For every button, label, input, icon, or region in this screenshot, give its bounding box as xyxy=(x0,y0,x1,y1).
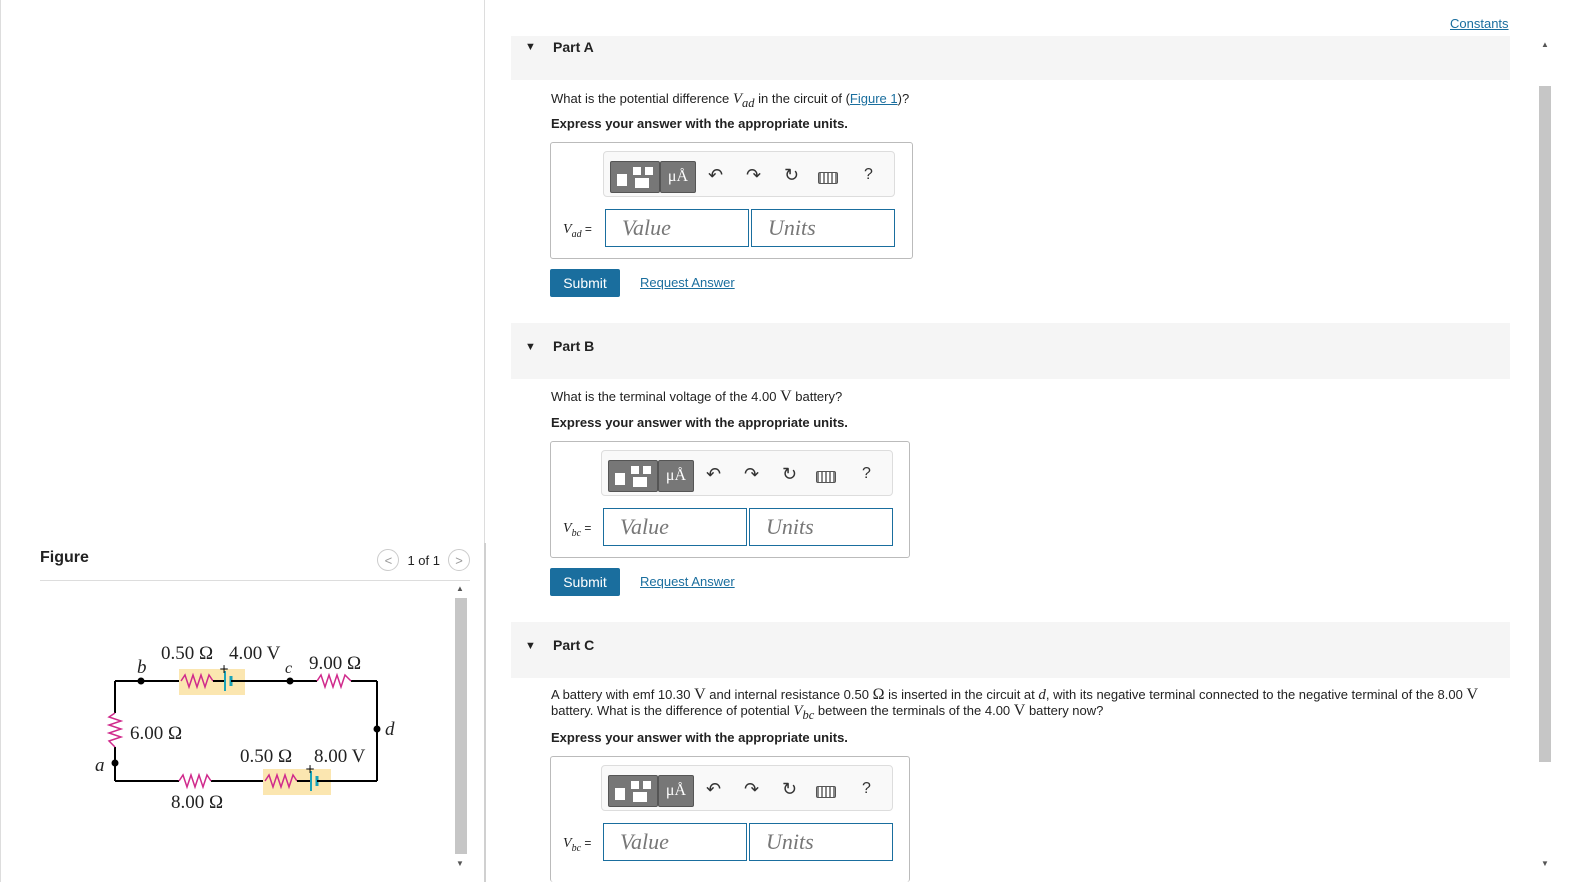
part-b-instruction: Express your answer with the appropriate… xyxy=(551,415,848,430)
part-c-variable: Vbc = xyxy=(563,836,592,854)
part-b-header[interactable]: ▼ Part B xyxy=(511,323,1510,379)
part-c-answer-box: μÅ ↶ ↷ ↻ ? Vbc = Value Units xyxy=(550,756,910,882)
figure-pager: < 1 of 1 > xyxy=(377,549,470,571)
chevron-left-icon[interactable]: < xyxy=(377,549,400,571)
label-emf-top: 4.00 V xyxy=(229,643,281,664)
part-b-variable: Vbc = xyxy=(563,521,592,539)
pane-divider[interactable] xyxy=(484,543,486,882)
templates-button[interactable] xyxy=(610,161,660,193)
part-b-request-answer[interactable]: Request Answer xyxy=(640,574,735,589)
label-emf-bot: 8.00 V xyxy=(314,746,366,767)
plus-sign-top: + xyxy=(219,662,229,676)
part-a-header[interactable]: ▼ Part A xyxy=(511,36,1510,80)
resistor-9ohm xyxy=(316,672,352,690)
undo-icon[interactable]: ↶ xyxy=(708,165,723,186)
figure-title: Figure xyxy=(40,549,89,566)
node-a xyxy=(111,759,119,767)
keyboard-icon[interactable] xyxy=(816,786,836,798)
node-b xyxy=(137,677,145,685)
part-b-submit-button[interactable]: Submit xyxy=(550,568,620,596)
reset-icon[interactable]: ↻ xyxy=(784,165,799,186)
part-a-toolbar: μÅ ↶ ↷ ↻ ? xyxy=(603,151,895,197)
part-c-units-input[interactable]: Units xyxy=(749,823,893,861)
part-b-question: What is the terminal voltage of the 4.00… xyxy=(551,388,843,405)
help-icon[interactable]: ? xyxy=(862,780,871,798)
part-c-instruction: Express your answer with the appropriate… xyxy=(551,730,848,745)
reset-icon[interactable]: ↻ xyxy=(782,464,797,485)
keyboard-icon[interactable] xyxy=(816,471,836,483)
figure-header: Figure < 1 of 1 > xyxy=(40,549,470,581)
part-a-value-input[interactable]: Value xyxy=(605,209,749,247)
part-a-request-answer[interactable]: Request Answer xyxy=(640,275,735,290)
collapse-triangle-icon[interactable]: ▼ xyxy=(525,341,536,353)
part-a-answer-box: μÅ ↶ ↷ ↻ ? Vad = Value Units xyxy=(550,142,913,259)
label-r-top-right: 9.00 Ω xyxy=(309,653,361,674)
pager-count: 1 of 1 xyxy=(407,552,440,568)
part-a-variable: Vad = xyxy=(563,222,592,240)
collapse-triangle-icon[interactable]: ▼ xyxy=(525,640,536,652)
units-button[interactable]: μÅ xyxy=(658,775,694,807)
label-r-bot-internal: 0.50 Ω xyxy=(240,746,292,767)
label-c: c xyxy=(285,660,292,677)
resistor-8ohm xyxy=(178,772,212,790)
label-r-left: 6.00 Ω xyxy=(130,723,182,744)
templates-button[interactable] xyxy=(608,775,658,807)
units-button[interactable]: μÅ xyxy=(660,161,696,193)
redo-icon[interactable]: ↷ xyxy=(744,464,759,485)
main-scrollbar[interactable]: ▲ ▼ xyxy=(1537,36,1553,882)
part-c-header[interactable]: ▼ Part C xyxy=(511,622,1510,678)
undo-icon[interactable]: ↶ xyxy=(706,779,721,800)
figure-scroll-thumb[interactable] xyxy=(455,598,467,854)
part-c-toolbar: μÅ ↶ ↷ ↻ ? xyxy=(601,765,893,811)
keyboard-icon[interactable] xyxy=(818,172,838,184)
node-d xyxy=(373,725,381,733)
units-button[interactable]: μÅ xyxy=(658,460,694,492)
circuit-diagram: + + b c d a 0.50 Ω 4.00 V 9.00 Ω 6.00 Ω … xyxy=(95,643,395,813)
part-b-answer-box: μÅ ↶ ↷ ↻ ? Vbc = Value Units xyxy=(550,441,910,558)
part-c-value-input[interactable]: Value xyxy=(603,823,747,861)
part-a-units-input[interactable]: Units xyxy=(751,209,895,247)
scroll-up-icon[interactable]: ▲ xyxy=(1541,40,1549,49)
label-b: b xyxy=(137,657,147,678)
help-icon[interactable]: ? xyxy=(864,166,873,184)
scroll-up-icon[interactable]: ▲ xyxy=(456,584,464,593)
resistor-6ohm xyxy=(106,712,124,748)
part-b-value-input[interactable]: Value xyxy=(603,508,747,546)
part-b-label: Part B xyxy=(553,338,595,354)
undo-icon[interactable]: ↶ xyxy=(706,464,721,485)
chevron-right-icon[interactable]: > xyxy=(448,549,470,571)
label-r-top-left: 0.50 Ω xyxy=(161,643,213,664)
help-icon[interactable]: ? xyxy=(862,465,871,483)
templates-button[interactable] xyxy=(608,460,658,492)
part-a-instruction: Express your answer with the appropriate… xyxy=(551,116,848,131)
part-a-question: What is the potential difference Vad in … xyxy=(551,91,910,110)
part-b-toolbar: μÅ ↶ ↷ ↻ ? xyxy=(601,450,893,496)
node-c xyxy=(286,677,294,685)
constants-link[interactable]: Constants xyxy=(1450,16,1509,31)
figure-1-link[interactable]: Figure 1 xyxy=(850,91,898,106)
redo-icon[interactable]: ↷ xyxy=(744,779,759,800)
main-scroll-thumb[interactable] xyxy=(1539,86,1551,762)
part-b-units-input[interactable]: Units xyxy=(749,508,893,546)
part-a-submit-button[interactable]: Submit xyxy=(550,269,620,297)
redo-icon[interactable]: ↷ xyxy=(746,165,761,186)
part-c-label: Part C xyxy=(553,637,595,653)
label-d: d xyxy=(385,719,395,740)
scroll-down-icon[interactable]: ▼ xyxy=(456,859,464,868)
part-a-label: Part A xyxy=(553,39,594,55)
scroll-down-icon[interactable]: ▼ xyxy=(1541,859,1549,868)
part-c-question: A battery with emf 10.30 V and internal … xyxy=(551,686,1479,723)
figure-scrollbar[interactable]: ▲ ▼ xyxy=(453,584,469,874)
reset-icon[interactable]: ↻ xyxy=(782,779,797,800)
label-a: a xyxy=(95,755,105,776)
collapse-triangle-icon[interactable]: ▼ xyxy=(525,41,536,53)
label-r-bot-left: 8.00 Ω xyxy=(171,792,223,813)
